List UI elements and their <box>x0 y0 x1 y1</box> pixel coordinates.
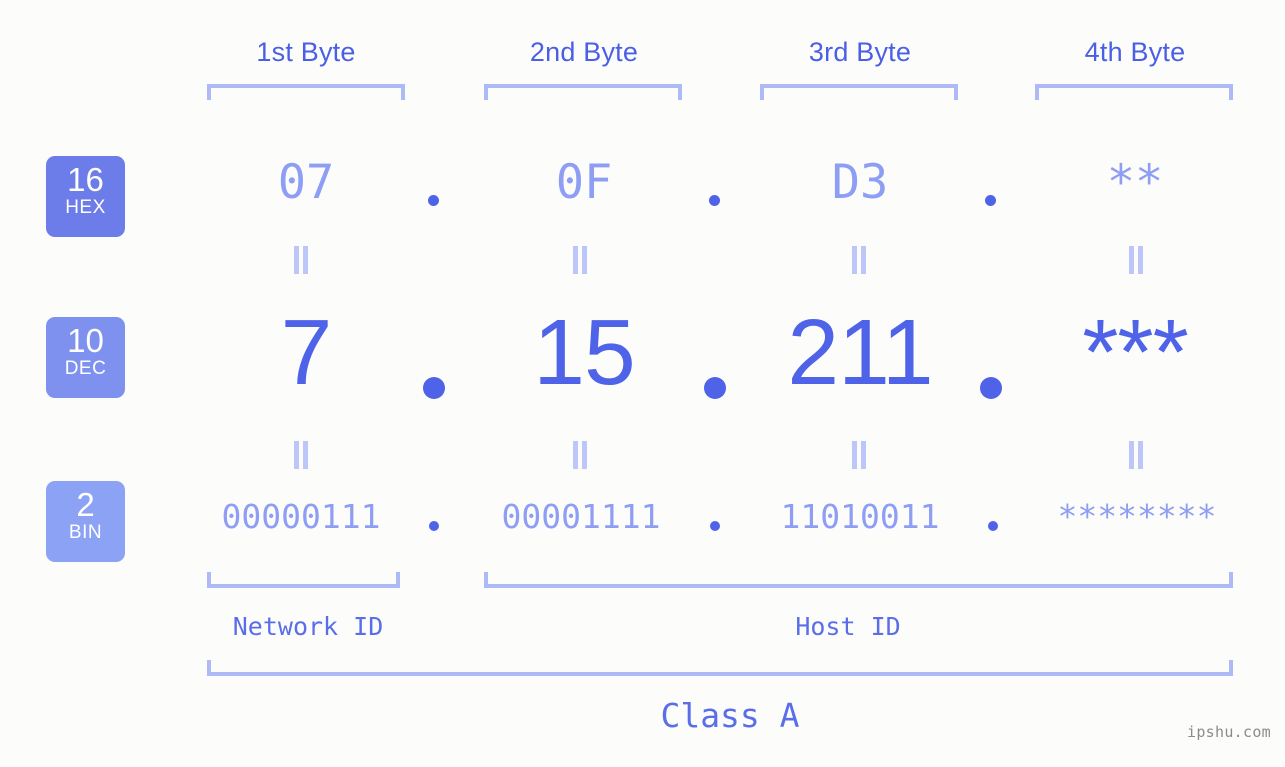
dec-byte-3: 211 <box>787 300 933 404</box>
base-badge-dec-name: DEC <box>64 358 107 379</box>
base-badge-dec: 10 DEC <box>46 317 125 398</box>
hex-byte-3: D3 <box>831 155 889 210</box>
dec-byte-2: 15 <box>533 300 635 404</box>
byte-bracket-4 <box>1035 84 1233 100</box>
bin-byte-1: 00000111 <box>221 497 381 536</box>
equals-mark-dec-bin-3 <box>851 441 867 469</box>
hex-separator-dot-3 <box>985 195 996 206</box>
class-bracket <box>207 660 1233 676</box>
bin-separator-dot-1 <box>429 521 439 531</box>
base-badge-hex-number: 16 <box>67 161 104 198</box>
site-watermark: ipshu.com <box>1187 723 1271 741</box>
equals-mark-dec-bin-2 <box>572 441 588 469</box>
bin-separator-dot-3 <box>988 521 998 531</box>
base-badge-bin: 2 BIN <box>46 481 125 562</box>
hex-separator-dot-2 <box>709 195 720 206</box>
host-id-label: Host ID <box>795 612 901 641</box>
byte-header-4: 4th Byte <box>1084 37 1186 67</box>
bin-byte-4: ******** <box>1057 497 1217 536</box>
dec-separator-dot-2 <box>704 377 726 399</box>
hex-byte-2: 0F <box>555 155 613 210</box>
bin-separator-dot-2 <box>710 521 720 531</box>
equals-mark-hex-dec-2 <box>572 246 588 274</box>
equals-mark-hex-dec-4 <box>1128 246 1144 274</box>
dec-separator-dot-3 <box>980 377 1002 399</box>
dec-byte-1: 7 <box>280 300 333 404</box>
dec-byte-4: *** <box>1082 300 1189 404</box>
byte-header-2: 2nd Byte <box>529 37 639 67</box>
equals-mark-dec-bin-4 <box>1128 441 1144 469</box>
ip-address-breakdown-diagram: 1st Byte 2nd Byte 3rd Byte 4th Byte 16 H… <box>0 0 1285 767</box>
byte-bracket-2 <box>484 84 682 100</box>
equals-mark-dec-bin-1 <box>293 441 309 469</box>
host-id-bracket <box>484 572 1233 588</box>
network-id-bracket <box>207 572 400 588</box>
byte-bracket-3 <box>760 84 958 100</box>
hex-byte-1: 07 <box>277 155 335 210</box>
byte-bracket-1 <box>207 84 405 100</box>
hex-separator-dot-1 <box>428 195 439 206</box>
base-badge-hex-name: HEX <box>65 197 106 218</box>
byte-header-3: 3rd Byte <box>808 37 912 67</box>
byte-header-1: 1st Byte <box>256 37 356 67</box>
equals-mark-hex-dec-3 <box>851 246 867 274</box>
network-id-label: Network ID <box>232 612 384 641</box>
bin-byte-3: 11010011 <box>780 497 940 536</box>
equals-mark-hex-dec-1 <box>293 246 309 274</box>
bin-byte-2: 00001111 <box>501 497 661 536</box>
base-badge-bin-name: BIN <box>68 522 103 543</box>
base-badge-hex: 16 HEX <box>46 156 125 237</box>
class-label: Class A <box>660 696 800 735</box>
base-badge-dec-number: 10 <box>67 322 104 359</box>
hex-byte-4: ** <box>1106 155 1164 210</box>
dec-separator-dot-1 <box>423 377 445 399</box>
base-badge-bin-number: 2 <box>76 486 95 523</box>
